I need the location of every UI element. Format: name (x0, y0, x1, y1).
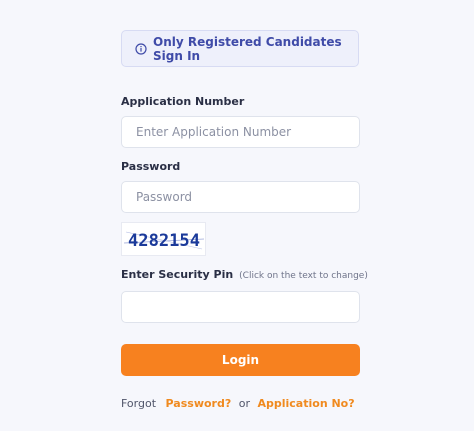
sign-in-notice: Only Registered Candidates Sign In (121, 30, 359, 67)
forgot-links: Forgot Password? or Application No? (121, 397, 355, 410)
security-pin-label-text: Enter Security Pin (121, 268, 234, 281)
captcha-text: 4282154 (128, 231, 200, 251)
password-input[interactable] (121, 181, 360, 213)
notice-text: Only Registered Candidates Sign In (153, 34, 342, 63)
application-number-label: Application Number (121, 95, 245, 108)
login-button[interactable]: Login (121, 344, 360, 376)
forgot-password-link[interactable]: Password? (166, 397, 232, 410)
forgot-separator: or (238, 397, 250, 410)
forgot-prefix: Forgot (121, 397, 157, 410)
application-number-input[interactable] (121, 116, 360, 148)
captcha-image[interactable]: 4282154 (121, 222, 206, 256)
info-icon (135, 42, 147, 55)
forgot-application-link[interactable]: Application No? (257, 397, 354, 410)
security-pin-label: Enter Security Pin (Click on the text to … (121, 268, 368, 281)
security-pin-hint: (Click on the text to change) (239, 271, 368, 281)
security-pin-input[interactable] (121, 291, 360, 323)
password-label: Password (121, 160, 181, 173)
